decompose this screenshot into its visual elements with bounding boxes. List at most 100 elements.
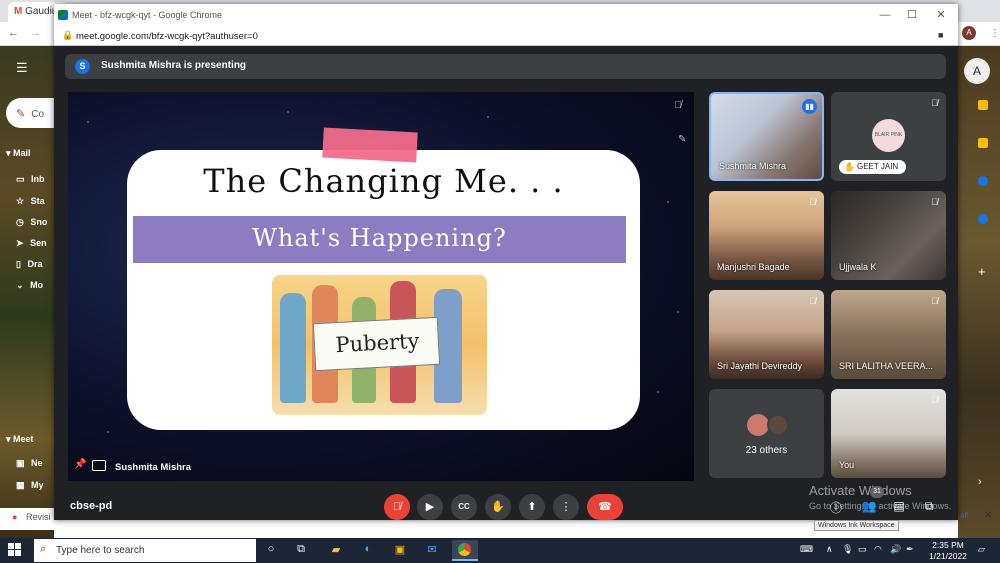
speaking-indicator-icon: ▮▮ — [802, 99, 817, 114]
meet-favicon-icon — [58, 10, 68, 20]
background-bottom-tab[interactable]: ● Revisi — [0, 508, 60, 530]
add-addon-icon[interactable]: + — [978, 264, 986, 279]
file-explorer-icon[interactable]: ▰ — [328, 543, 344, 557]
mic-off-button[interactable]: 🎙̸ — [384, 494, 410, 520]
send-icon: ➤ — [16, 238, 24, 248]
sidebar-item-label: Mo — [30, 280, 44, 290]
mail-icon[interactable]: ✉ — [424, 543, 440, 557]
participant-tile[interactable]: 🎙̸ Sri Jayathi Devireddy — [709, 290, 824, 379]
camera-button[interactable]: ▶ — [417, 494, 443, 520]
forward-arrow-icon[interactable]: → — [30, 27, 41, 39]
mic-off-icon: 🎙̸ — [931, 296, 938, 306]
mic-off-icon: 🎙̸ — [931, 395, 938, 405]
url-text[interactable]: meet.google.com/bfz-wcgk-qyt?authuser=0 — [76, 31, 258, 42]
cortana-icon[interactable]: ○ — [263, 543, 279, 557]
back-arrow-icon[interactable]: ← — [8, 27, 19, 39]
volume-icon[interactable]: 🔊 — [890, 544, 901, 555]
participant-name: SRI LALITHA VEERA... — [839, 361, 934, 371]
participant-tile[interactable]: 🎙̸ Manjushri Bagade — [709, 191, 824, 280]
mic-off-icon: 🎙̸ — [674, 100, 682, 111]
account-avatar[interactable]: A — [964, 58, 990, 84]
mic-off-icon: 🎙̸ — [809, 197, 816, 207]
menu-dots-icon[interactable]: ⋮ — [990, 28, 1000, 39]
meeting-details-icon[interactable]: ⓘ — [827, 499, 845, 516]
camera-permission-icon[interactable]: ■ — [938, 30, 943, 40]
close-window-icon[interactable]: ✕ — [930, 7, 952, 23]
sidebar-item-label: Sno — [30, 217, 48, 227]
chrome-taskbar-button[interactable] — [452, 540, 478, 561]
end-call-button[interactable]: ☎ — [587, 494, 623, 520]
hamburger-menu-icon[interactable]: ☰ — [16, 60, 28, 76]
meet-section-header: ▾ Meet — [6, 434, 34, 444]
chat-icon[interactable]: ▤ — [890, 499, 908, 513]
participant-tile[interactable]: 🎙̸ SRI LALITHA VEERA... — [831, 290, 946, 379]
gmail-icon: M — [14, 6, 26, 17]
battery-icon[interactable]: ▭ — [858, 544, 867, 555]
expand-panel-icon[interactable]: › — [978, 476, 982, 488]
sidebar-item-starred[interactable]: ☆ Sta — [16, 196, 45, 207]
sidebar-item-label: Inb — [31, 174, 45, 184]
clock-time: 2:35 PM — [932, 540, 964, 550]
sidebar-item-inbox[interactable]: ▭ Inb — [16, 174, 45, 185]
pen-tray-icon[interactable]: ✒ — [906, 544, 914, 555]
captions-button[interactable]: CC — [451, 494, 477, 520]
slide-subtitle: What's Happening? — [252, 224, 507, 252]
windows-start-icon[interactable] — [8, 543, 22, 557]
calendar-icon: ▦ — [16, 480, 25, 490]
sidebar-item-drafts[interactable]: ▯ Dra — [16, 259, 42, 270]
url-bar[interactable]: 🔒 meet.google.com/bfz-wcgk-qyt?authuser=… — [54, 26, 958, 46]
mic-tray-icon[interactable]: 🎙 — [842, 544, 853, 555]
slide-card: The Changing Me. . . What's Happening? P… — [127, 150, 640, 430]
participant-tile[interactable]: ▮▮ Sushmita Mishra — [709, 92, 824, 181]
presenter-name-label: Sushmita Mishra — [115, 462, 192, 473]
wifi-icon[interactable]: ◠ — [874, 544, 882, 555]
sidebar-item-snoozed[interactable]: ◷ Sno — [16, 217, 47, 228]
presenter-avatar: S — [75, 59, 90, 74]
store-icon[interactable]: ▣ — [392, 543, 408, 557]
calendar-app-icon[interactable] — [978, 100, 988, 110]
sidebar-item-more[interactable]: ⌄ Mo — [16, 280, 43, 291]
participant-tile[interactable]: 🎙̸ Ujjwala K — [831, 191, 946, 280]
others-count: 23 others — [745, 445, 788, 456]
activities-icon[interactable]: ⧉ — [920, 499, 938, 514]
sidebar-item-label: Dra — [27, 259, 43, 269]
sidebar-item-my-meetings[interactable]: ▦ My — [16, 480, 44, 491]
compose-button[interactable]: ✎ Co — [6, 98, 54, 128]
more-options-button[interactable]: ⋮ — [553, 494, 579, 520]
edge-icon[interactable]: ◐ — [360, 543, 376, 557]
lock-icon[interactable]: 🔒 — [62, 30, 73, 41]
chevron-up-icon[interactable]: ∧ — [826, 544, 833, 555]
minimize-icon[interactable]: — — [874, 7, 896, 23]
tasks-app-icon[interactable] — [978, 176, 988, 186]
windows-taskbar: ⌕ Type here to search ○ ⧉ ▰ ◐ ▣ ✉ ⌨ ∧ 🎙 … — [0, 538, 1000, 563]
sign-text: Puberty — [334, 328, 420, 358]
sidebar-item-new-meeting[interactable]: ▣ Ne — [16, 458, 43, 469]
pen-icon: ✎ — [678, 134, 687, 145]
close-icon[interactable]: ✕ — [984, 510, 992, 521]
sidebar-item-sent[interactable]: ➤ Sen — [16, 238, 47, 249]
ink-workspace-tooltip: Windows Ink Workspace — [814, 520, 899, 531]
task-view-icon[interactable]: ⧉ — [293, 543, 309, 557]
others-tile[interactable]: 23 others — [709, 389, 824, 478]
keyboard-icon[interactable]: ⌨ — [800, 544, 813, 555]
taskbar-clock[interactable]: 2:35 PM 1/21/2022 — [925, 540, 971, 562]
people-icon[interactable]: 👥 — [860, 499, 878, 513]
meeting-code[interactable]: cbse-pd — [70, 500, 112, 512]
sidebar-item-label: Ne — [31, 458, 43, 468]
self-tile[interactable]: 🎙̸ You — [831, 389, 946, 478]
bottom-tab-label: Revisi — [25, 512, 51, 522]
participant-avatar — [747, 414, 769, 436]
profile-avatar[interactable]: A — [962, 26, 976, 40]
contacts-app-icon[interactable] — [978, 214, 988, 224]
raise-hand-button[interactable]: ✋ — [485, 494, 511, 520]
taskbar-search-input[interactable]: ⌕ Type here to search — [34, 539, 256, 562]
inbox-icon: ▭ — [16, 174, 25, 184]
pin-icon[interactable]: 📌 — [74, 459, 86, 470]
present-now-button[interactable]: ⬆ — [519, 494, 545, 520]
mic-off-icon: 🎙̸ — [931, 98, 938, 108]
participant-tile[interactable]: 🎙̸ BLAIR PINK ✋ GEET JAIN — [831, 92, 946, 181]
maximize-icon[interactable]: ☐ — [901, 7, 923, 23]
all-link[interactable]: all — [960, 511, 968, 520]
keep-app-icon[interactable] — [978, 138, 988, 148]
notifications-icon[interactable]: ▱ — [978, 544, 985, 555]
